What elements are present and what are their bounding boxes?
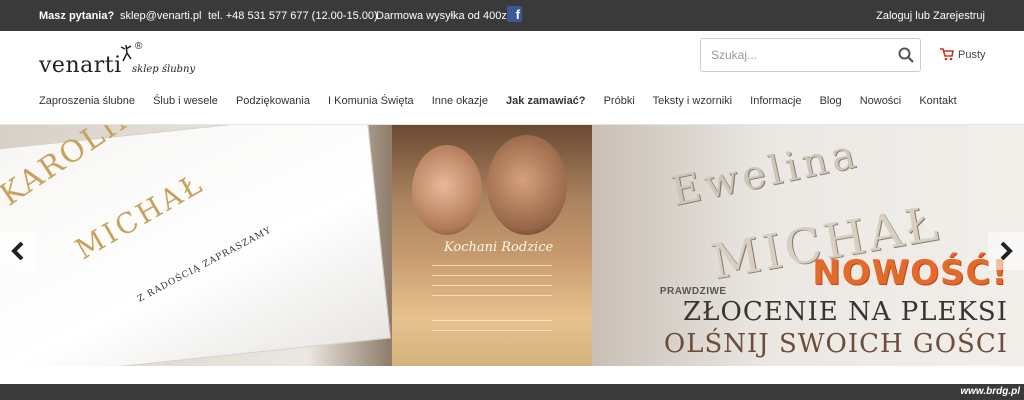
- nav-item-communion[interactable]: I Komunia Święta: [328, 95, 414, 107]
- watermark: www.brdg.pl: [960, 386, 1020, 397]
- cart-button[interactable]: Pusty: [940, 48, 986, 61]
- contact-phone: tel. +48 531 577 677 (12.00-15.00): [208, 10, 378, 22]
- card-text: Z RADOŚCIĄ ZAPRASZAMY: [136, 225, 274, 305]
- nav-item-thanks[interactable]: Podziękowania: [236, 95, 310, 107]
- header: venarti ® sklep ślubny Pusty Zaproszenia…: [0, 31, 1024, 125]
- couple-photo-card: Kochani Rodzice: [392, 125, 592, 366]
- nav-item-wedding-invitations[interactable]: Zaproszenia ślubne: [39, 95, 135, 107]
- top-bar: Masz pytania? sklep@venarti.pl tel. +48 …: [0, 0, 1024, 31]
- cart-icon: [940, 48, 954, 61]
- facebook-icon[interactable]: f: [507, 6, 522, 22]
- card-name-2: MICHAŁ: [69, 166, 210, 267]
- nav-item-news[interactable]: Nowości: [860, 95, 902, 107]
- free-shipping-note: Darmowa wysyłka od 400zł: [376, 10, 510, 22]
- promo-line-2: ZŁOCENIE NA PLEKSI: [683, 297, 1008, 327]
- dancer-figure-icon: [120, 44, 132, 62]
- footer-bar: www.brdg.pl: [0, 384, 1024, 400]
- nav-item-contact[interactable]: Kontakt: [919, 95, 956, 107]
- search-icon[interactable]: [898, 47, 914, 63]
- nav-item-samples[interactable]: Próbki: [604, 95, 635, 107]
- woman-face: [412, 145, 482, 235]
- nav-item-other-occasions[interactable]: Inne okazje: [432, 95, 488, 107]
- slider-next-button[interactable]: [988, 232, 1024, 270]
- nav-item-blog[interactable]: Blog: [820, 95, 842, 107]
- text-line: [432, 330, 552, 331]
- chevron-left-icon: [11, 242, 24, 260]
- registered-mark: ®: [135, 41, 143, 52]
- nav-item-texts[interactable]: Teksty i wzorniki: [653, 95, 732, 107]
- photo-card-title: Kochani Rodzice: [444, 240, 554, 255]
- main-nav: Zaproszenia ślubne Ślub i wesele Podzięk…: [39, 95, 972, 111]
- man-face: [487, 135, 567, 235]
- text-line: [432, 295, 552, 296]
- promo-small: PRAWDZIWE: [659, 286, 727, 297]
- slider-prev-button[interactable]: [0, 232, 36, 270]
- invitation-card-image: KAROLINA MICHAŁ Z RADOŚCIĄ ZAPRASZAMY: [0, 125, 391, 366]
- logo-subtitle: sklep ślubny: [132, 64, 196, 75]
- nav-item-info[interactable]: Informacje: [750, 95, 801, 107]
- nav-item-how-to-order[interactable]: Jak zamawiać?: [506, 95, 586, 107]
- nav-item-wedding[interactable]: Ślub i wesele: [153, 95, 218, 107]
- contact-email-link[interactable]: sklep@venarti.pl: [120, 10, 201, 22]
- logo-text: venarti: [39, 53, 122, 78]
- logo[interactable]: venarti ® sklep ślubny: [39, 41, 209, 89]
- login-register-link[interactable]: Zaloguj lub Zarejestruj: [876, 10, 985, 22]
- text-line: [432, 285, 552, 286]
- text-line: [432, 275, 552, 276]
- search-input[interactable]: [701, 39, 891, 71]
- search-box: [700, 38, 921, 72]
- chevron-right-icon: [1000, 242, 1013, 260]
- text-line: [432, 320, 552, 321]
- cart-label: Pusty: [958, 49, 986, 61]
- text-line: [432, 265, 552, 266]
- promo-text: NOWOŚĆ! PRAWDZIWE ZŁOCENIE NA PLEKSI OLŚ…: [660, 253, 1008, 359]
- promo-line-3: OLŚNIJ SWOICH GOŚCI: [663, 329, 1008, 359]
- hero-slider[interactable]: KAROLINA MICHAŁ Z RADOŚCIĄ ZAPRASZAMY Ko…: [0, 125, 1024, 366]
- contact-question: Masz pytania?: [39, 10, 115, 22]
- plexi-name-1: Ewelina: [667, 130, 864, 216]
